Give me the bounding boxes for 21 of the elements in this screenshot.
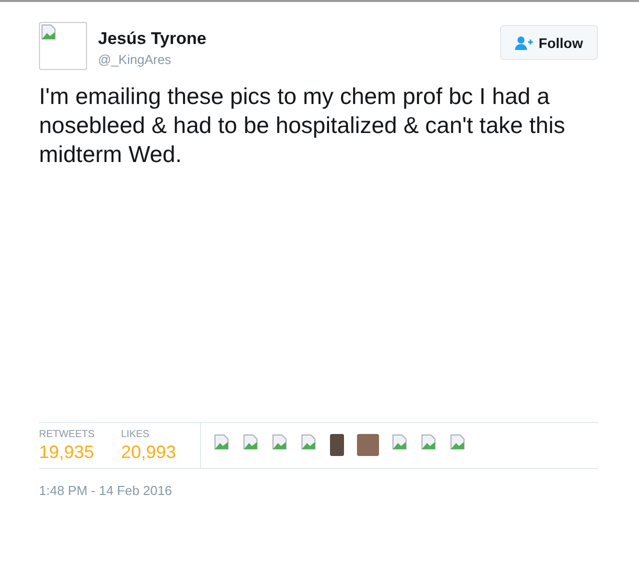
broken-image-icon[interactable] (243, 434, 260, 450)
author-handle[interactable]: @_KingAres (98, 52, 206, 67)
tweet-timestamp[interactable]: 1:48 PM - 14 Feb 2016 (39, 483, 598, 498)
follow-button[interactable]: Follow (500, 25, 598, 60)
stat-label[interactable]: RETWEETS (39, 429, 97, 440)
avatar-placeholder[interactable] (39, 22, 87, 70)
broken-image-icon[interactable] (450, 434, 466, 450)
stat-count[interactable]: 19,935 (39, 442, 97, 463)
author-name[interactable]: Jesús Tyrone (98, 29, 206, 49)
person-plus-icon (514, 36, 533, 50)
broken-image-icon (41, 24, 57, 40)
broken-image-icon[interactable] (214, 434, 230, 450)
stat-count[interactable]: 20,993 (121, 442, 176, 463)
broken-image-icon[interactable] (392, 434, 408, 450)
photo-placeholder[interactable] (357, 434, 380, 456)
broken-image-icon[interactable] (301, 434, 318, 450)
broken-image-icon[interactable] (421, 434, 438, 450)
tweet-text: I'm emailing these pics to my chem prof bc I had a nosebleed & had to be hospitalized & can't take this midterm Wed. (39, 82, 566, 169)
stat-label[interactable]: LIKES (121, 429, 176, 440)
photo-placeholder[interactable] (330, 434, 344, 456)
broken-image-icon[interactable] (272, 434, 288, 450)
